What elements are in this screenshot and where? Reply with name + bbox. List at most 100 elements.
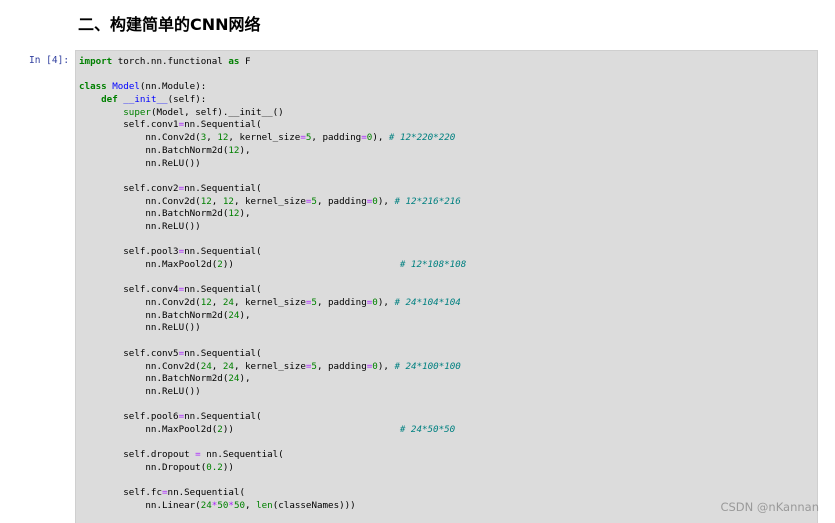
code-token: def — [101, 94, 118, 106]
code-token: # 12*220*220 — [388, 132, 456, 144]
code-token: self.conv1 — [79, 119, 179, 131]
section-heading: 二、构建简单的CNN网络 — [78, 15, 261, 34]
code-token: (Model, self).__init__() — [150, 106, 284, 118]
code-token: 24 — [222, 297, 234, 309]
code-token: nn.Sequential( — [200, 449, 284, 461]
code-line: self.fc=nn.Sequential( — [79, 487, 466, 500]
code-token: # 24*100*100 — [394, 360, 461, 372]
code-token: nn.ReLU()) — [79, 157, 201, 169]
code-token: , kernel_size — [228, 132, 301, 144]
code-token: , padding — [316, 195, 367, 207]
code-token: nn.Conv2d( — [79, 297, 201, 309]
code-token: # 24*50*50 — [399, 423, 456, 435]
code-line: self.pool3=nn.Sequential( — [79, 246, 466, 259]
code-token: , — [206, 132, 218, 144]
code-token: nn.ReLU()) — [79, 220, 201, 232]
code-token: nn.Conv2d( — [79, 195, 201, 207]
code-token: nn.BatchNorm2d( — [79, 373, 229, 385]
code-line: nn.Conv2d(24, 24, kernel_size=5, padding… — [79, 361, 466, 374]
code-token: 24 — [228, 373, 240, 385]
code-token: nn.ReLU()) — [79, 385, 201, 397]
code-token: 12 — [228, 208, 240, 220]
code-token: nn.BatchNorm2d( — [79, 309, 229, 321]
code-token: , — [245, 500, 257, 512]
code-token: ), — [377, 195, 395, 207]
code-token: 24 — [200, 360, 212, 372]
code-line: self.pool6=nn.Sequential( — [79, 411, 466, 424]
code-line: self.dropout = nn.Sequential( — [79, 449, 466, 462]
code-token: )) — [222, 423, 400, 435]
code-token: nn.Sequential( — [184, 246, 262, 258]
code-token: 12 — [217, 132, 229, 144]
code-token: self.fc — [79, 487, 162, 499]
code-token: __init__ — [123, 94, 168, 106]
code-token: ), — [372, 132, 389, 144]
code-token: (self): — [167, 94, 207, 106]
code-editor[interactable]: import torch.nn.functional as Fclass Mod… — [79, 56, 466, 513]
code-token: nn.MaxPool2d( — [79, 259, 218, 270]
code-line: def __init__(self): — [79, 94, 466, 107]
code-token: nn.Linear( — [79, 500, 201, 512]
code-token: torch.nn.functional — [112, 56, 229, 67]
code-token: 12 — [222, 195, 234, 207]
code-token: nn.Sequential( — [184, 347, 262, 359]
code-line: nn.BatchNorm2d(12), — [79, 208, 466, 221]
code-token: ), — [377, 360, 395, 372]
code-token: 50 — [233, 500, 246, 512]
code-token: self.pool3 — [79, 246, 179, 258]
code-token: nn.Sequential( — [167, 487, 245, 499]
code-token: nn.BatchNorm2d( — [79, 144, 229, 156]
code-token: , — [211, 360, 223, 372]
code-token: Model — [112, 81, 140, 93]
code-token: F — [239, 56, 251, 67]
code-line: self.conv5=nn.Sequential( — [79, 348, 466, 361]
code-token: nn.Conv2d( — [79, 132, 201, 144]
code-token: ), — [239, 208, 251, 220]
code-line: nn.Dropout(0.2)) — [79, 462, 466, 475]
code-line: nn.BatchNorm2d(12), — [79, 145, 466, 158]
code-token: 24 — [222, 360, 234, 372]
code-token: as — [228, 56, 240, 67]
code-token: 12 — [200, 195, 212, 207]
code-token: 24 — [200, 500, 212, 512]
code-token: , kernel_size — [233, 360, 306, 372]
code-token: (classeNames))) — [272, 500, 356, 512]
code-token: , kernel_size — [233, 297, 306, 309]
code-token: 12 — [228, 144, 240, 156]
code-token: self.conv2 — [79, 182, 179, 194]
code-line: nn.Linear(24*50*50, len(classeNames))) — [79, 500, 466, 513]
code-token: # 12*108*108 — [399, 259, 467, 270]
code-token: nn.Dropout( — [79, 462, 207, 473]
code-line: nn.MaxPool2d(2)) # 24*50*50 — [79, 424, 466, 437]
code-token: self.conv5 — [79, 347, 179, 359]
code-token: 0.2 — [206, 462, 223, 473]
code-token: self.conv4 — [79, 284, 179, 296]
code-token: nn.Sequential( — [184, 284, 262, 296]
code-token: nn.MaxPool2d( — [79, 423, 218, 435]
code-line: nn.ReLU()) — [79, 158, 466, 171]
code-token: 12 — [200, 297, 212, 309]
code-cell-input[interactable]: import torch.nn.functional as Fclass Mod… — [75, 50, 818, 523]
code-token: len — [256, 500, 273, 512]
code-line: nn.BatchNorm2d(24), — [79, 310, 466, 323]
code-token: nn.Sequential( — [184, 119, 262, 131]
code-token: self.dropout — [79, 449, 196, 461]
code-line: self.conv1=nn.Sequential( — [79, 119, 466, 132]
code-token: nn.ReLU()) — [79, 322, 201, 334]
code-token: 50 — [217, 500, 229, 512]
code-token: ), — [239, 144, 251, 156]
code-token: ), — [239, 309, 251, 321]
code-token: , kernel_size — [233, 195, 306, 207]
code-line: nn.Conv2d(12, 24, kernel_size=5, padding… — [79, 297, 466, 310]
code-line: nn.ReLU()) — [79, 221, 466, 234]
code-token: , padding — [316, 360, 367, 372]
code-token: import — [79, 56, 113, 67]
